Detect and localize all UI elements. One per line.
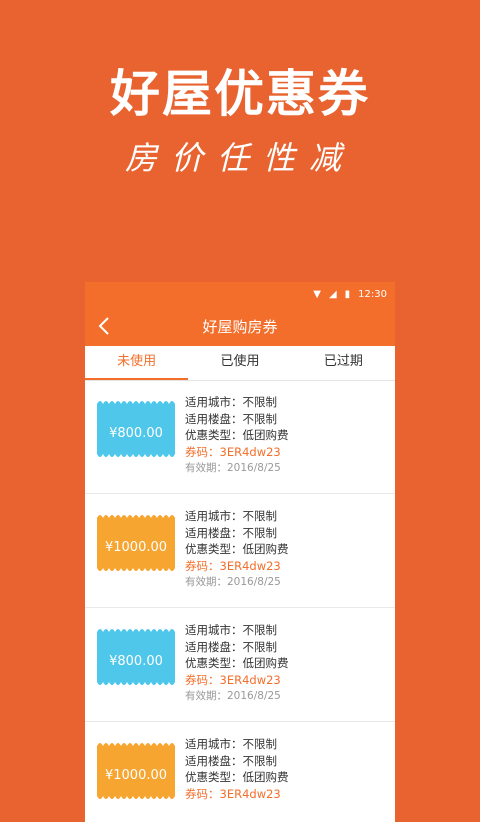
back-icon[interactable] [93,314,117,338]
coupon-type: 优惠类型：低团购费 [185,542,289,556]
coupon-info: 适用城市：不限制 适用楼盘：不限制 优惠类型：低团购费 券码：3ER4dw23 … [185,508,289,591]
coupon-type: 优惠类型：低团购费 [185,428,289,442]
coupon-item[interactable]: ¥1000.00 适用城市：不限制 适用楼盘：不限制 优惠类型：低团购费 券码：… [85,722,395,822]
coupon-expiry: 有效期：2016/8/25 [185,462,281,474]
coupon-property: 适用楼盘：不限制 [185,525,277,540]
coupon-city: 适用城市：不限制 [185,623,277,637]
promo-subtitle: 房价任性减 [124,139,355,177]
coupon-ticket: ¥1000.00 [97,512,175,574]
coupon-amount: ¥800.00 [109,654,163,669]
coupon-expiry: 有效期：2016/8/25 [185,690,281,702]
coupon-amount: ¥1000.00 [104,540,168,555]
coupon-type: 优惠类型：低团购费 [185,656,289,670]
phone-screen: ▼ ◢ ▮ 12:30 好屋购房券 未使用 已使用 已过期 ¥800.00 适用… [85,282,395,822]
coupon-city: 适用城市：不限制 [185,395,277,409]
coupon-item[interactable]: ¥1000.00 适用城市：不限制 适用楼盘：不限制 优惠类型：低团购费 券码：… [85,494,395,608]
wifi-icon: ▼ [313,288,321,300]
coupon-code: 券码：3ER4dw23 [185,444,281,459]
coupon-city: 适用城市：不限制 [185,737,277,751]
coupon-item[interactable]: ¥800.00 适用城市：不限制 适用楼盘：不限制 优惠类型：低团购费 券码：3… [85,380,395,494]
status-time: 12:30 [358,288,387,300]
battery-icon: ▮ [344,288,351,300]
coupon-amount: ¥800.00 [109,426,163,441]
page-title: 好屋购房券 [202,317,278,336]
coupon-ticket: ¥800.00 [97,398,175,460]
status-bar: ▼ ◢ ▮ 12:30 [85,282,395,306]
coupon-info: 适用城市：不限制 适用楼盘：不限制 优惠类型：低团购费 券码：3ER4dw23 … [185,394,289,477]
coupon-item[interactable]: ¥800.00 适用城市：不限制 适用楼盘：不限制 优惠类型：低团购费 券码：3… [85,608,395,722]
coupon-city: 适用城市：不限制 [185,509,277,523]
coupon-ticket: ¥800.00 [97,626,175,688]
tab-bar: 未使用 已使用 已过期 [85,346,395,381]
tab-unused[interactable]: 未使用 [85,346,189,380]
tab-used[interactable]: 已使用 [188,346,291,380]
coupon-info: 适用城市：不限制 适用楼盘：不限制 优惠类型：低团购费 券码：3ER4dw23 [185,736,289,802]
coupon-property: 适用楼盘：不限制 [185,753,277,768]
coupon-property: 适用楼盘：不限制 [185,639,277,654]
coupon-property: 适用楼盘：不限制 [185,411,277,426]
coupon-list: ¥800.00 适用城市：不限制 适用楼盘：不限制 优惠类型：低团购费 券码：3… [85,380,395,822]
coupon-info: 适用城市：不限制 适用楼盘：不限制 优惠类型：低团购费 券码：3ER4dw23 … [185,622,289,705]
coupon-type: 优惠类型：低团购费 [185,770,289,784]
signal-icon: ◢ [328,288,337,300]
promo-title: 好屋优惠券 [110,65,370,123]
app-bar: 好屋购房券 [85,306,395,346]
coupon-expiry: 有效期：2016/8/25 [185,576,281,588]
coupon-amount: ¥1000.00 [104,768,168,783]
coupon-ticket: ¥1000.00 [97,740,175,802]
tab-expired[interactable]: 已过期 [292,346,395,380]
coupon-code: 券码：3ER4dw23 [185,672,281,687]
coupon-code: 券码：3ER4dw23 [185,558,281,573]
